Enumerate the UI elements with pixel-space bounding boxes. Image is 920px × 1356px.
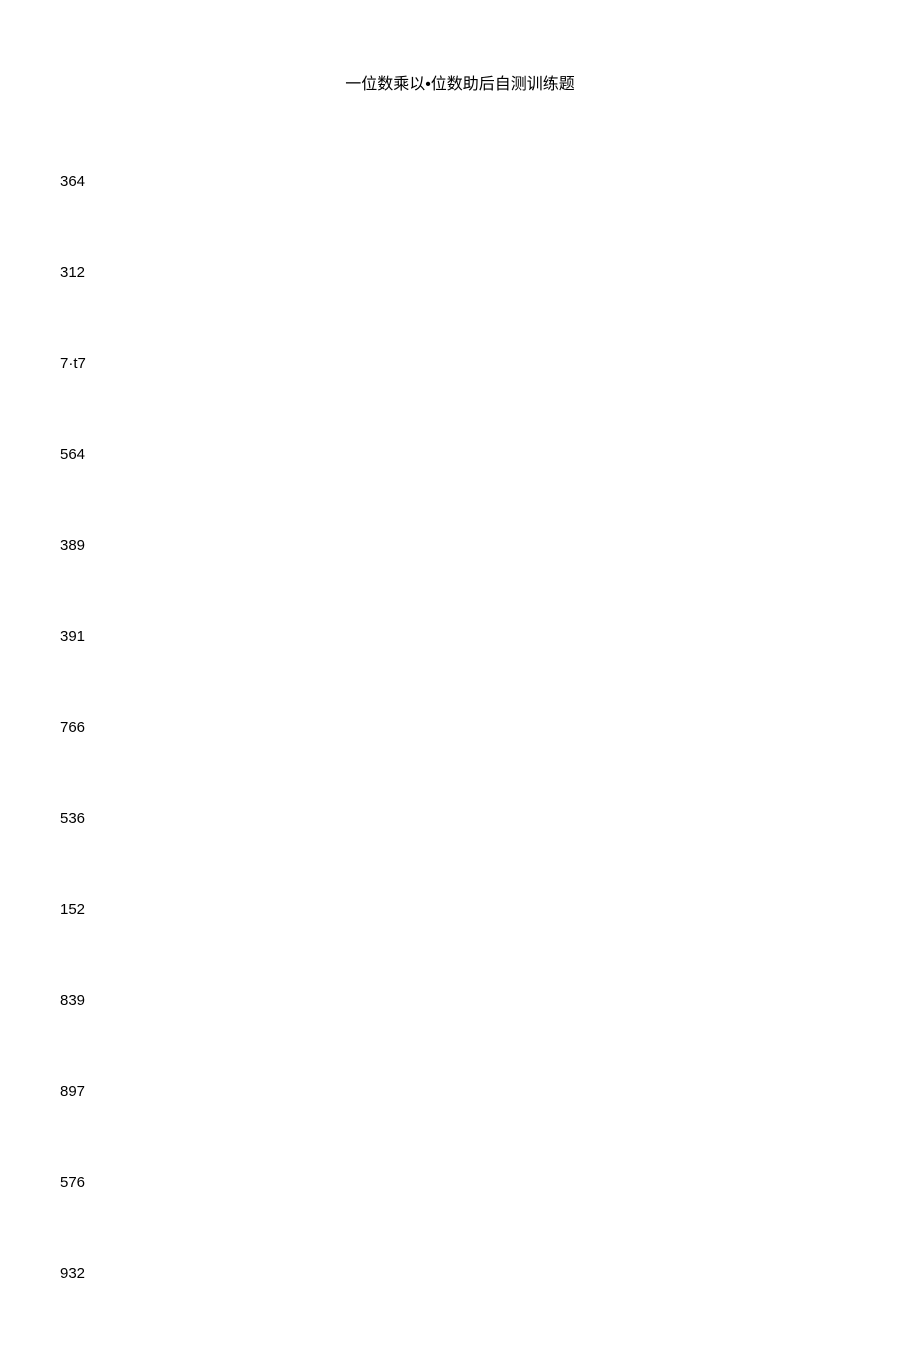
list-item: 576 [60, 1174, 86, 1191]
list-item: 766 [60, 719, 86, 736]
list-item: 564 [60, 446, 86, 463]
list-item: 897 [60, 1083, 86, 1100]
page-title: 一位数乘以•位数助后自测训练题 [0, 70, 920, 94]
list-item: 364 [60, 173, 86, 190]
list-item: 391 [60, 628, 86, 645]
list-item: 312 [60, 264, 86, 281]
list-item: 389 [60, 537, 86, 554]
list-item: 7·t7 [60, 355, 86, 372]
list-item: 536 [60, 810, 86, 827]
list-item: 932 [60, 1265, 86, 1282]
list-item: 152 [60, 901, 86, 918]
list-item: 839 [60, 992, 86, 1009]
content-list: 364 312 7·t7 564 389 391 766 536 152 839… [60, 173, 86, 1356]
